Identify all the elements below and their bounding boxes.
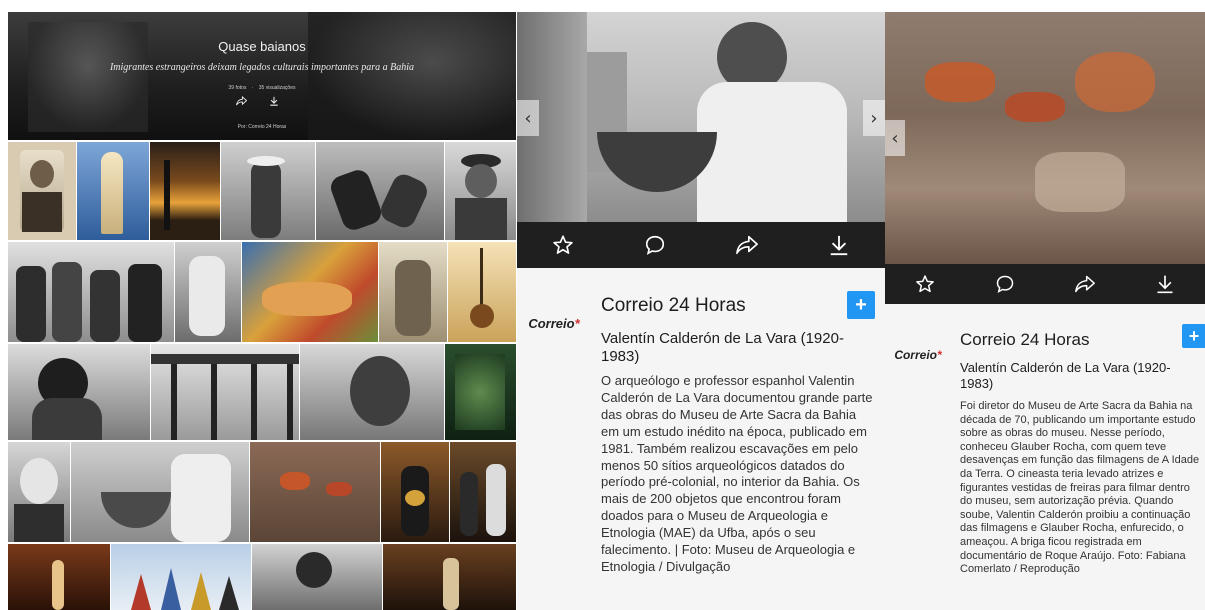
album-download-button[interactable]: [269, 96, 279, 109]
stats-separator: ·: [251, 85, 254, 91]
logo-mark: *: [937, 348, 942, 362]
download-icon: [270, 96, 278, 106]
thumbnail-sculptor[interactable]: [175, 242, 241, 342]
thumbnail-man-glasses[interactable]: [300, 344, 444, 440]
view-count: 35 visualizações: [258, 85, 296, 91]
thumbnail-group-meeting[interactable]: [8, 242, 174, 342]
thumbnail-man-portrait[interactable]: [8, 142, 76, 240]
share-icon: [1075, 275, 1095, 293]
rock-surface: [1035, 152, 1125, 212]
thumbnail-building[interactable]: [151, 344, 299, 440]
photo-rock-art: [885, 12, 1205, 264]
author-name-2[interactable]: Correio 24 Horas: [960, 330, 1089, 350]
share-icon: [736, 235, 758, 255]
thumbnail-man-writing[interactable]: [252, 544, 382, 610]
star-icon: [916, 275, 934, 293]
correio-logo: Correio *: [525, 302, 583, 344]
thumbnail-capoeira[interactable]: [316, 142, 444, 240]
album-subtitle: Imigrantes estrangeiros deixam legados c…: [109, 62, 415, 73]
album-header: Quase baianos Imigrantes estrangeiros de…: [8, 12, 516, 140]
photo-toolbar-2: [885, 264, 1205, 304]
thumbnail-calderon-bowl[interactable]: [71, 442, 249, 542]
photo-shirt: [697, 82, 847, 222]
favorite-button-2[interactable]: [905, 264, 945, 304]
logo-text: Correio: [528, 315, 575, 331]
caption-text: O arqueólogo e professor espanhol Valent…: [601, 373, 873, 574]
download-button-2[interactable]: [1145, 264, 1185, 304]
comment-icon: [645, 235, 665, 255]
caption-text-2: Foi diretor do Museu de Arte Sacra da Ba…: [960, 400, 1200, 576]
comment-icon: [996, 275, 1014, 293]
rock-art-figure-3: [1075, 52, 1155, 112]
album-stats: 39 fotos · 35 visualizações: [8, 85, 516, 91]
thumbnail-statue[interactable]: [77, 142, 149, 240]
album-credit: Por: Correio 24 Horas: [237, 124, 287, 130]
thumbnail-boats[interactable]: [111, 544, 251, 610]
comment-button-2[interactable]: [985, 264, 1025, 304]
thumbnail-artisan[interactable]: [379, 242, 447, 342]
chevron-left-icon: ‹: [891, 127, 899, 149]
thumbnail-stage[interactable]: [8, 544, 110, 610]
author-name[interactable]: Correio 24 Horas: [601, 295, 746, 317]
favorite-button[interactable]: [543, 225, 583, 265]
thumbnail-performer[interactable]: [383, 544, 516, 610]
next-photo-button[interactable]: ›: [863, 100, 885, 136]
photo-detail-panel: ‹ › Correio * Correio 24 Horas + Valentín…: [517, 12, 885, 610]
logo-mark: *: [574, 315, 580, 331]
photo-toolbar: [517, 222, 885, 268]
download-icon: [1157, 275, 1173, 294]
logo-text: Correio: [894, 348, 937, 362]
thumbnail-band[interactable]: [450, 442, 516, 542]
previous-photo-button-2[interactable]: ‹: [885, 120, 905, 156]
chevron-left-icon: ‹: [524, 107, 532, 129]
thumbnail-berimbau[interactable]: [448, 242, 516, 342]
star-icon: [553, 235, 573, 254]
download-icon: [830, 235, 848, 256]
thumbnail-man-hat[interactable]: [221, 142, 315, 240]
caption-title-2: Valentín Calderón de La Vara (1920-1983): [960, 360, 1171, 391]
download-button[interactable]: [819, 225, 859, 265]
previous-photo-button[interactable]: ‹: [517, 100, 539, 136]
header-background-right: [308, 12, 516, 140]
photo-count: 39 fotos: [228, 85, 247, 91]
thumbnail-elder-portrait[interactable]: [8, 442, 70, 542]
album-share-button[interactable]: [236, 95, 248, 109]
thumbnail-painting[interactable]: [242, 242, 378, 342]
thumbnail-sunset[interactable]: [150, 142, 220, 240]
thumbnail-woman-portrait[interactable]: [8, 344, 150, 440]
rock-art-figure-2: [1005, 92, 1065, 122]
follow-button[interactable]: +: [847, 291, 875, 319]
correio-logo-2: Correio *: [889, 334, 947, 376]
follow-button-2[interactable]: +: [1182, 324, 1205, 348]
share-button[interactable]: [727, 225, 767, 265]
thumbnail-rock-art[interactable]: [250, 442, 380, 542]
rock-art-figure-1: [925, 62, 995, 102]
share-icon: [236, 95, 248, 106]
album-title: Quase baianos: [218, 39, 306, 54]
thumbnail-musician[interactable]: [381, 442, 449, 542]
photo-detail-panel-2: ‹ Correio * Correio 24 Horas + Valentín C…: [885, 12, 1205, 610]
comment-button[interactable]: [635, 225, 675, 265]
chevron-right-icon: ›: [870, 107, 878, 129]
thumbnail-forest[interactable]: [445, 344, 516, 440]
photo-calderon-with-bowl: [517, 12, 885, 222]
share-button-2[interactable]: [1065, 264, 1105, 304]
album-view: Quase baianos Imigrantes estrangeiros de…: [8, 12, 516, 610]
album-actions: [236, 95, 279, 109]
thumbnail-man-cap[interactable]: [445, 142, 516, 240]
caption-title: Valentín Calderón de La Vara (1920-1983): [601, 330, 844, 365]
screen: Quase baianos Imigrantes estrangeiros de…: [0, 0, 1205, 610]
